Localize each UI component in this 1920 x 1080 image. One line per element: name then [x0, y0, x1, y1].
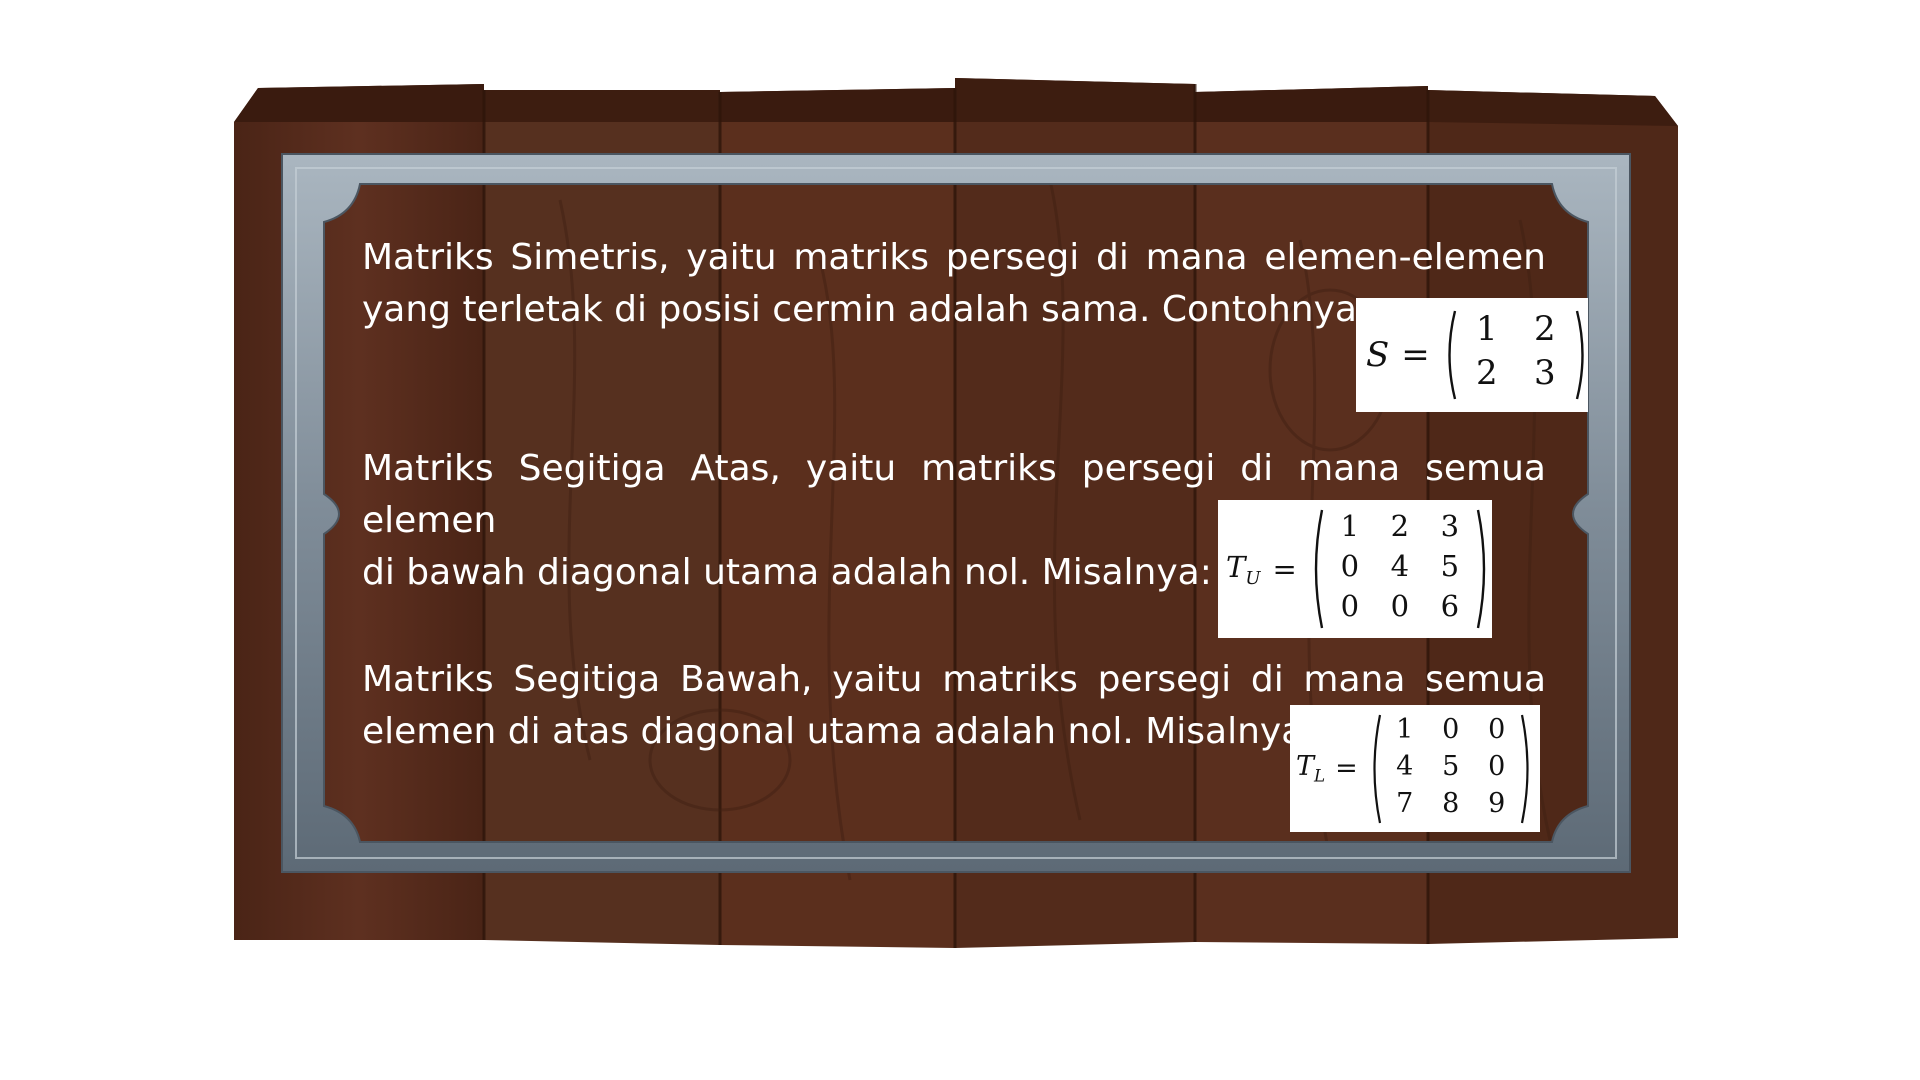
matrix-entry: 4 [1396, 750, 1414, 782]
right-parenthesis [1575, 310, 1584, 400]
matrix-entry: 2 [1475, 353, 1498, 393]
matrix-entry: 8 [1442, 787, 1460, 819]
matrix-entry: 7 [1396, 787, 1414, 819]
matrix: 1 0 0 4 5 0 7 8 9 [1368, 711, 1534, 827]
matrix-label: TU [1226, 549, 1261, 589]
equals-sign: = [1401, 335, 1430, 375]
matrix-entry: 5 [1440, 549, 1460, 583]
matrix-entry: 6 [1440, 589, 1460, 623]
matrix-box-symmetric: S = 1 2 2 3 [1356, 298, 1588, 412]
matrix-entry: 0 [1488, 713, 1506, 745]
matrix: 1 2 3 0 4 5 0 0 6 [1309, 506, 1491, 632]
paragraph-line: Matriks Simetris, yaitu matriks persegi … [362, 237, 1546, 278]
matrix-entry: 0 [1390, 589, 1410, 623]
right-parenthesis [1476, 509, 1485, 629]
matrix-grid: 1 2 3 0 4 5 0 0 6 [1325, 506, 1475, 632]
equals-sign: = [1335, 753, 1358, 784]
matrix-entry: 2 [1390, 509, 1410, 543]
matrix-label: TL [1296, 751, 1326, 786]
matrix-entry: 9 [1488, 787, 1506, 819]
matrix-entry: 5 [1442, 750, 1460, 782]
matrix-entry: 3 [1440, 509, 1460, 543]
left-parenthesis [1373, 714, 1381, 823]
matrix-entry: 1 [1396, 713, 1414, 745]
matrix: 1 2 2 3 [1442, 307, 1590, 403]
matrix-box-upper-triangular: TU = 1 2 3 0 4 5 0 0 6 [1218, 500, 1492, 638]
matrix-entry: 0 [1488, 750, 1506, 782]
left-parenthesis [1448, 310, 1456, 400]
matrix-entry: 1 [1340, 509, 1360, 543]
matrix-entry: 4 [1390, 549, 1410, 583]
matrix-label: S [1366, 335, 1390, 375]
matrix-entry: 0 [1442, 713, 1460, 745]
matrix-entry: 1 [1475, 309, 1498, 349]
matrix-entry: 2 [1533, 309, 1556, 349]
equals-sign: = [1272, 552, 1297, 586]
right-parenthesis [1520, 714, 1529, 823]
paragraph-line: Matriks Segitiga Bawah, yaitu matriks pe… [362, 659, 1546, 700]
left-parenthesis [1314, 509, 1323, 629]
matrix-entry: 0 [1340, 589, 1360, 623]
matrix-entry: 3 [1533, 353, 1556, 393]
matrix-grid: 1 0 0 4 5 0 7 8 9 [1382, 711, 1520, 827]
matrix-grid: 1 2 2 3 [1458, 307, 1574, 403]
matrix-entry: 0 [1340, 549, 1360, 583]
matrix-box-lower-triangular: TL = 1 0 0 4 5 0 7 8 9 [1290, 705, 1540, 832]
